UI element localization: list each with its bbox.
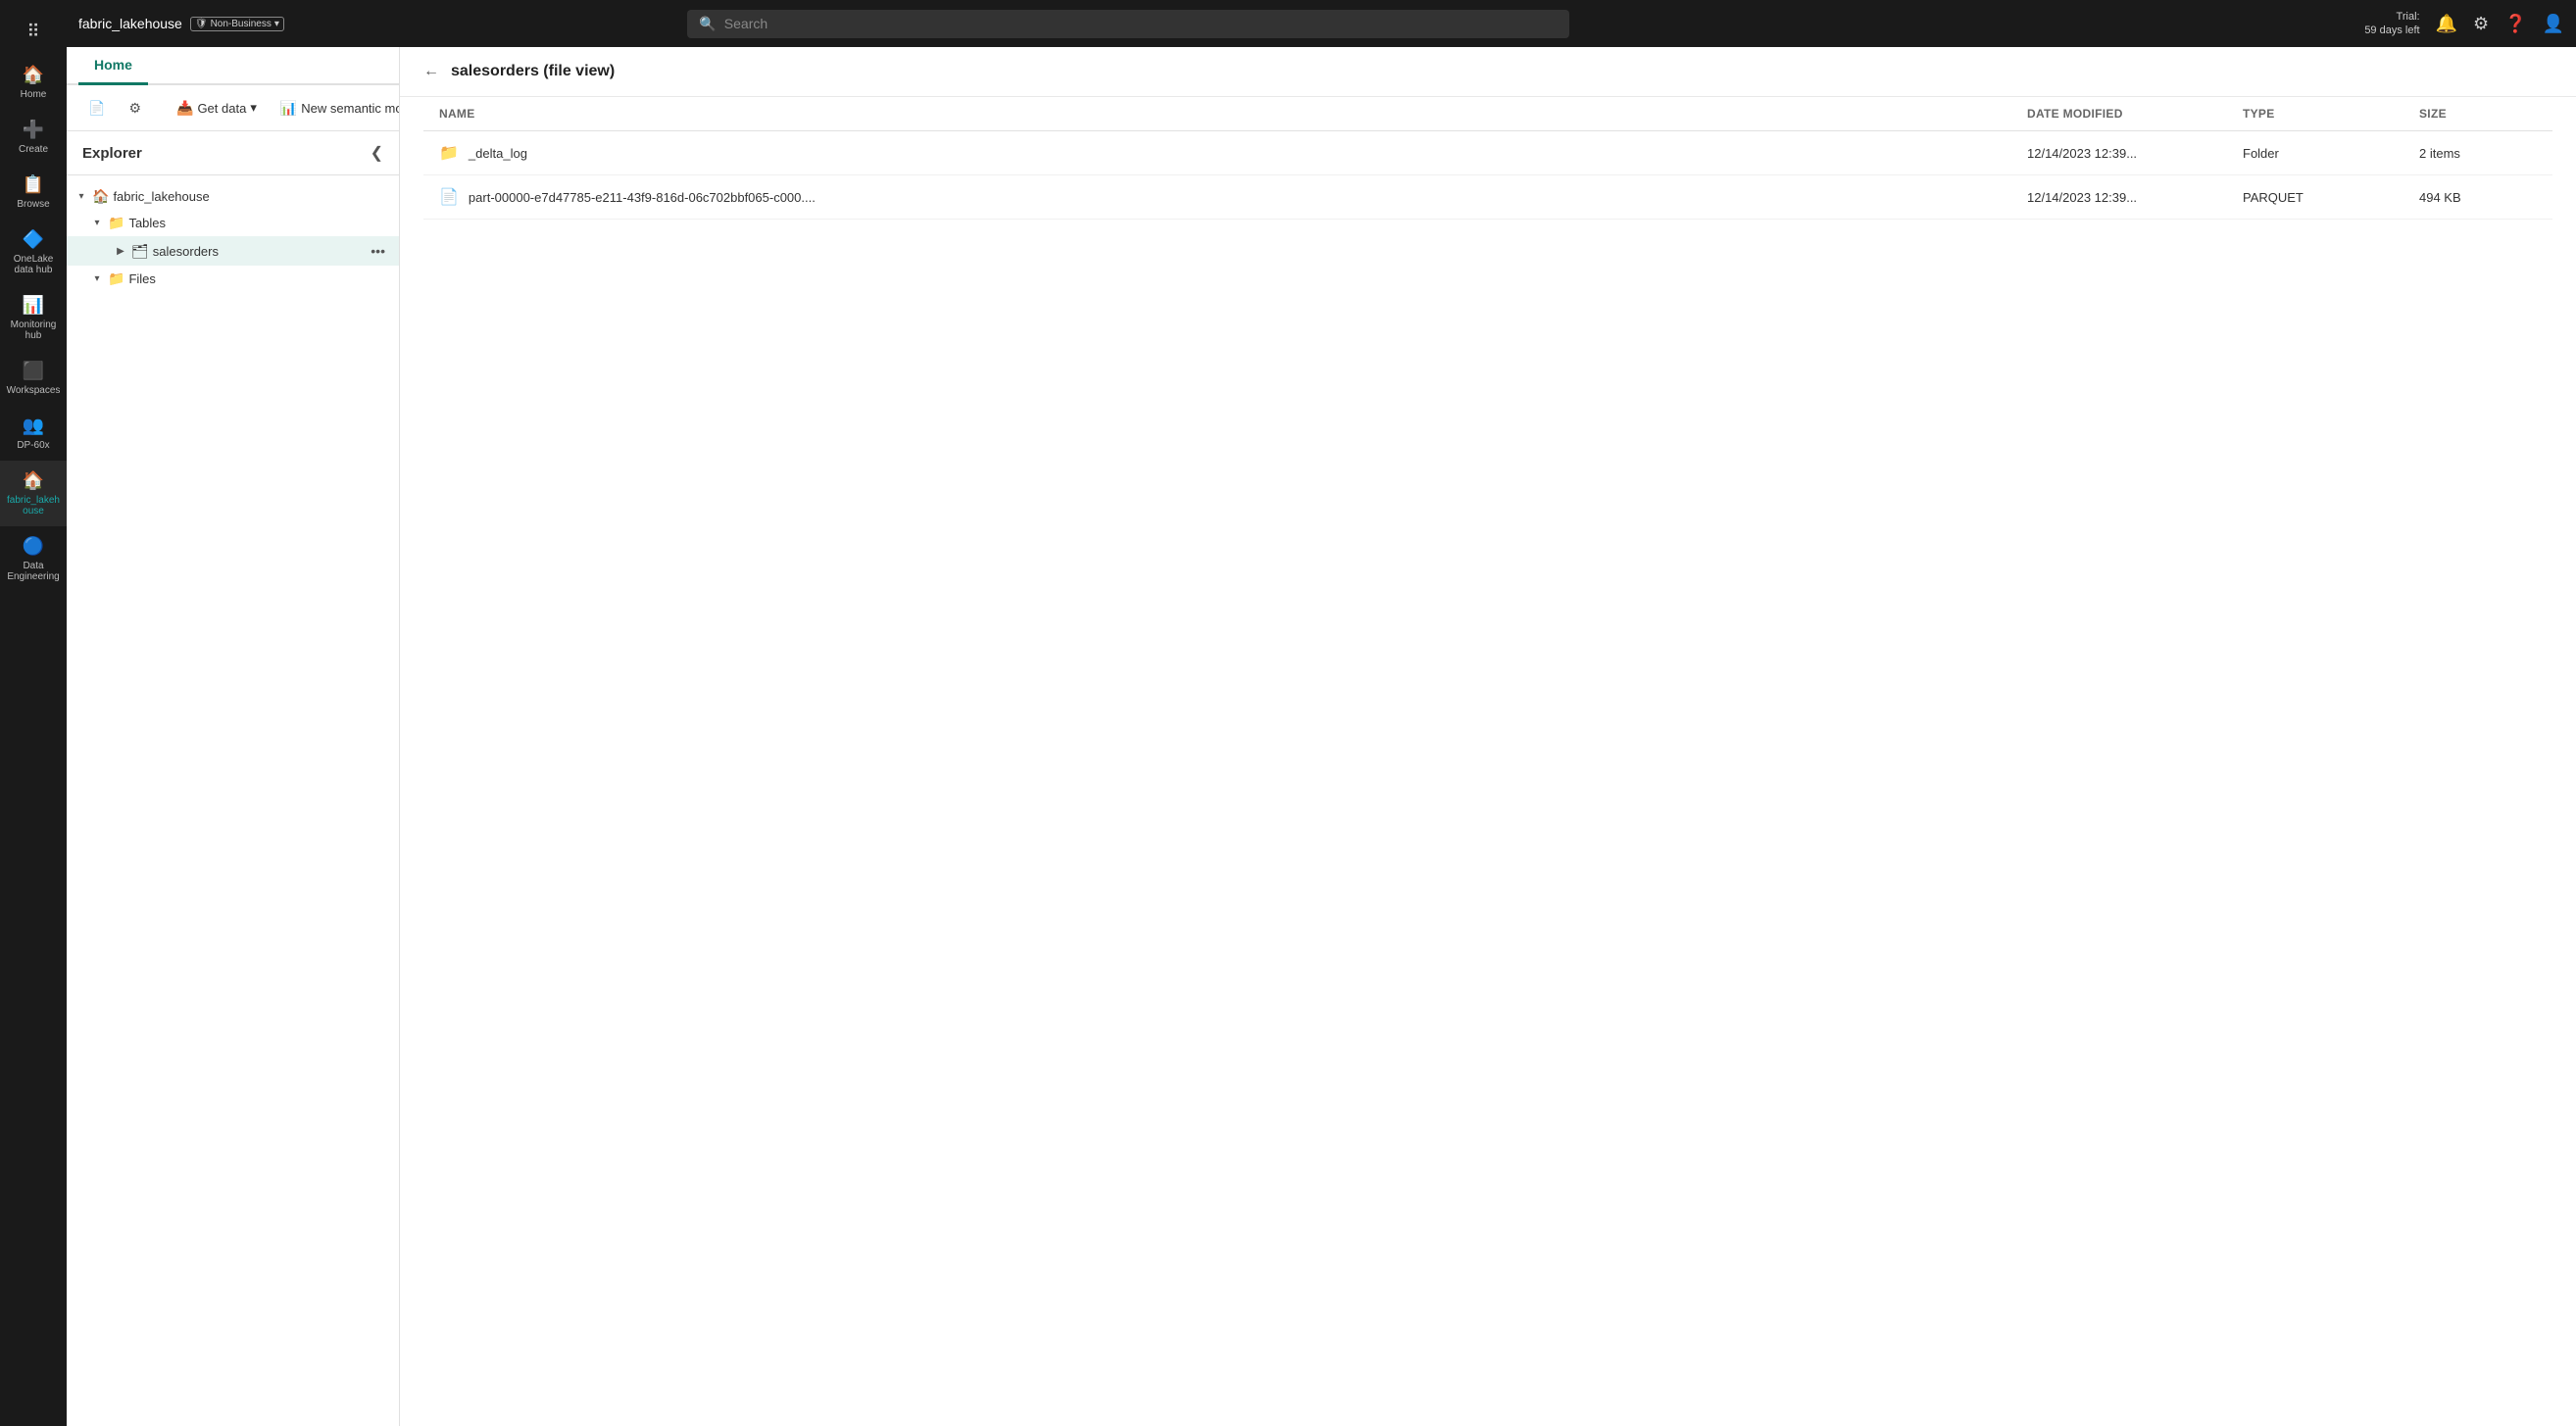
search-icon: 🔍	[699, 16, 716, 32]
panel-header: ← salesorders (file view)	[400, 47, 2576, 97]
file-name-cell: 📄 part-00000-e7d47785-e211-43f9-816d-06c…	[439, 187, 2027, 207]
folder-icon: 📁	[439, 143, 459, 163]
collapse-button[interactable]: ❮	[371, 143, 383, 163]
badge-label: Non-Business	[211, 19, 272, 29]
nav-item-data-engineering[interactable]: 🔵 Data Engineering	[0, 526, 67, 592]
nav-item-monitoring[interactable]: 📊 Monitoring hub	[0, 285, 67, 351]
more-options-button[interactable]: •••	[365, 241, 391, 261]
nav-item-browse[interactable]: 📋 Browse	[0, 165, 67, 220]
help-icon[interactable]: ❓	[2504, 14, 2526, 34]
monitoring-icon: 📊	[23, 295, 44, 316]
nav-item-onelake[interactable]: 🔷 OneLake data hub	[0, 220, 67, 285]
home-icon: 🏠	[23, 65, 44, 85]
waffle-menu[interactable]: ⠿	[0, 8, 67, 55]
chevron-down-icon: ▾	[90, 218, 104, 228]
search-bar: 🔍	[687, 10, 1569, 38]
settings-button[interactable]: ⚙	[119, 95, 151, 122]
main-area: fabric_lakehouse 🛡 Non-Business ▾ 🔍 Tria…	[67, 0, 2576, 1426]
get-data-chevron-icon: ▾	[250, 100, 257, 116]
back-button[interactable]: ←	[423, 63, 439, 80]
badge: 🛡 Non-Business ▾	[190, 17, 284, 31]
nav-item-dp60x[interactable]: 👥 DP-60x	[0, 406, 67, 461]
shield-icon: 🛡	[195, 19, 208, 29]
data-engineering-icon: 🔵	[23, 536, 44, 557]
folder-icon: 📁	[108, 215, 124, 231]
trial-info: Trial: 59 days left	[2364, 10, 2419, 38]
chevron-down-icon: ▾	[74, 191, 88, 202]
file-table-header: Name Date modified Type Size	[423, 97, 2552, 131]
chevron-down-icon: ▾	[90, 273, 104, 284]
app-name-label: fabric_lakehouse	[78, 16, 182, 31]
tree-item-files[interactable]: ▾ 📁 Files	[67, 266, 399, 292]
workspaces-icon: ⬛	[23, 361, 44, 381]
nav-item-home[interactable]: 🏠 Home	[0, 55, 67, 110]
app-name: fabric_lakehouse 🛡 Non-Business ▾	[78, 16, 284, 31]
file-name-cell: 📁 _delta_log	[439, 143, 2027, 163]
lakehouse-icon: 🏠	[92, 188, 109, 205]
settings-icon: ⚙	[128, 100, 141, 117]
explorer-header: Explorer ❮	[67, 131, 399, 175]
get-data-button[interactable]: 📥 Get data ▾	[167, 95, 267, 122]
sidebar: Home 📄 ⚙ 📥 Get data ▾ 📊 New seman	[67, 47, 400, 1426]
tree-item-salesorders[interactable]: ▶ 🗂 salesorders •••	[67, 236, 399, 266]
nav-item-workspaces[interactable]: ⬛ Workspaces	[0, 351, 67, 406]
nav-rail: ⠿ 🏠 Home ➕ Create 📋 Browse 🔷 OneLake dat…	[0, 0, 67, 1426]
settings-icon[interactable]: ⚙	[2473, 14, 2489, 34]
browse-icon: 📋	[23, 174, 44, 195]
new-item-button[interactable]: 📄	[78, 95, 115, 122]
explorer-tree: ▾ 🏠 fabric_lakehouse ▾ 📁 Tables ▶ 🗂 sale…	[67, 175, 399, 1426]
chevron-right-icon: ▶	[114, 246, 127, 257]
badge-chevron-icon: ▾	[274, 19, 279, 29]
tree-item-fabric-lakehouse[interactable]: ▾ 🏠 fabric_lakehouse	[67, 183, 399, 210]
get-data-icon: 📥	[176, 100, 193, 117]
folder-icon: 📁	[108, 270, 124, 287]
toolbar: 📄 ⚙ 📥 Get data ▾ 📊 New semantic model 📓	[67, 85, 399, 131]
table-row[interactable]: 📁 _delta_log 12/14/2023 12:39... Folder …	[423, 131, 2552, 175]
notifications-icon[interactable]: 🔔	[2436, 14, 2457, 34]
search-input-wrap[interactable]: 🔍	[687, 10, 1569, 38]
top-bar-right: Trial: 59 days left 🔔 ⚙ ❓ 👤	[2364, 10, 2564, 38]
table-icon: 🗂	[131, 243, 149, 260]
explorer-title: Explorer	[82, 145, 142, 162]
top-bar: fabric_lakehouse 🛡 Non-Business ▾ 🔍 Tria…	[67, 0, 2576, 47]
nav-tabs: Home	[67, 47, 399, 85]
content-area: Home 📄 ⚙ 📥 Get data ▾ 📊 New seman	[67, 47, 2576, 1426]
fabric-lakehouse-icon: 🏠	[23, 470, 44, 491]
search-input[interactable]	[724, 16, 1559, 31]
file-table: Name Date modified Type Size 📁 _delta_lo…	[400, 97, 2576, 1426]
nav-item-fabric-lakehouse[interactable]: 🏠 fabric_lakeh ouse	[0, 461, 67, 526]
main-panel: ← salesorders (file view) Name Date modi…	[400, 47, 2576, 1426]
new-item-icon: 📄	[88, 100, 105, 117]
account-icon[interactable]: 👤	[2543, 14, 2564, 34]
tree-item-tables[interactable]: ▾ 📁 Tables	[67, 210, 399, 236]
file-icon: 📄	[439, 187, 459, 207]
panel-title: salesorders (file view)	[451, 63, 615, 80]
new-semantic-icon: 📊	[280, 100, 297, 117]
new-semantic-model-button[interactable]: 📊 New semantic model	[271, 95, 400, 122]
onelake-icon: 🔷	[23, 229, 44, 250]
create-icon: ➕	[23, 120, 44, 140]
waffle-icon: ⠿	[26, 22, 39, 42]
tab-home[interactable]: Home	[78, 47, 148, 85]
table-row[interactable]: 📄 part-00000-e7d47785-e211-43f9-816d-06c…	[423, 175, 2552, 220]
dp60x-icon: 👥	[23, 416, 44, 436]
nav-item-create[interactable]: ➕ Create	[0, 110, 67, 165]
